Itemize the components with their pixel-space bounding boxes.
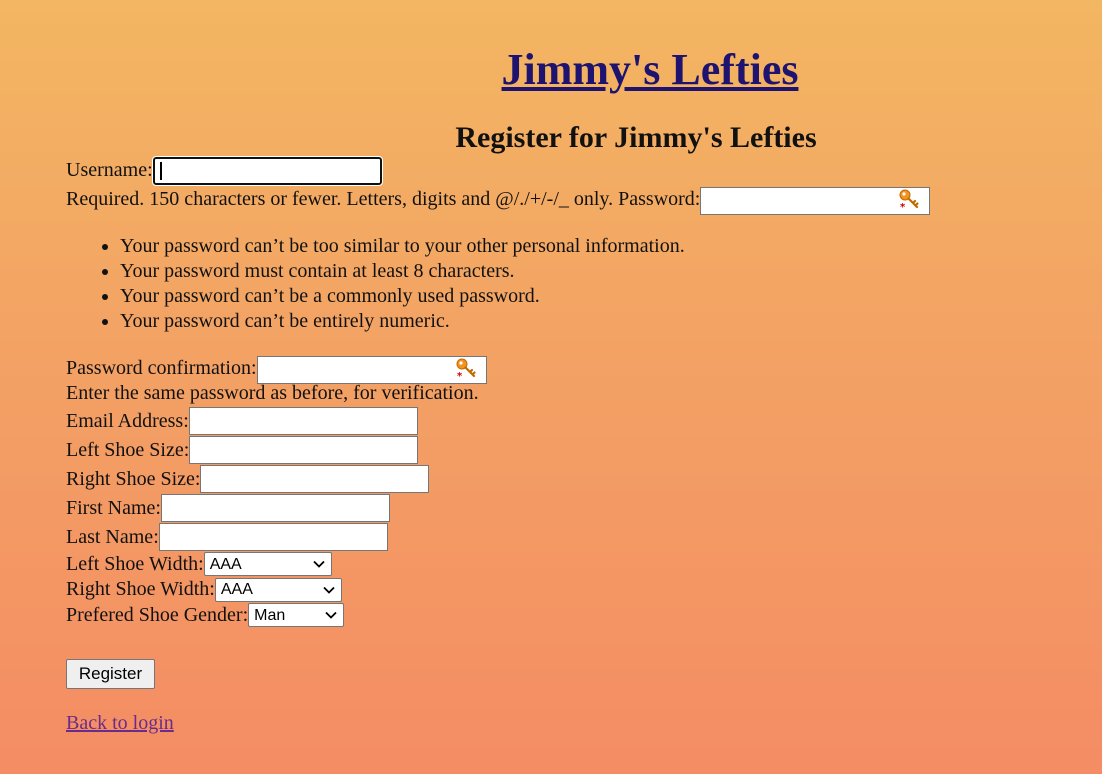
password-confirmation-label: Password confirmation: [66,357,257,379]
left-shoe-size-input[interactable] [189,436,419,464]
preferred-shoe-gender-select[interactable]: Man [248,603,345,628]
back-to-login-link[interactable]: Back to login [66,712,174,735]
key-icon[interactable]: * [455,357,477,379]
right-shoe-width-row: Right Shoe Width: AAA [66,577,1066,603]
first-name-row: First Name: [66,494,1066,523]
preferred-shoe-gender-selected: Man [254,606,286,624]
register-form: Username: Required. 150 characters or fe… [66,155,1066,629]
chevron-down-icon [323,586,335,594]
page-title: Register for Jimmy's Lefties [455,120,817,154]
left-shoe-size-label: Left Shoe Size: [66,438,190,461]
username-label: Username: [66,159,153,181]
key-icon[interactable]: * [898,188,920,210]
last-name-label: Last Name: [66,525,159,548]
left-shoe-width-label: Left Shoe Width: [66,552,204,575]
site-title-link[interactable]: Jimmy's Lefties [502,45,799,94]
list-item: Your password can’t be too similar to yo… [120,234,1066,259]
password-label: Password: [618,188,701,210]
email-field[interactable] [188,407,418,435]
svg-text:*: * [900,202,906,210]
left-shoe-width-row: Left Shoe Width: AAA [66,552,1066,578]
password-confirmation-input[interactable] [256,355,487,384]
chevron-down-icon [313,561,325,569]
text-caret [159,161,162,180]
right-shoe-width-selected: AAA [220,581,253,598]
site-title: Jimmy's Lefties [0,43,1102,97]
password-confirmation-field: * [256,354,487,384]
left-shoe-size-row: Left Shoe Size: [66,436,1066,465]
preferred-shoe-gender-row: Prefered Shoe Gender: Man [66,603,1066,629]
first-name-input[interactable] [161,494,390,522]
right-shoe-width-label: Right Shoe Width: [66,578,215,600]
password-requirements-list: Your password can’t be too similar to yo… [66,234,1066,334]
username-input[interactable] [151,155,383,186]
username-row: Username: [66,155,1066,186]
right-shoe-size-input[interactable] [200,465,430,493]
password-confirmation-help-row: Enter the same password as before, for v… [66,381,1066,407]
list-item: Your password must contain at least 8 ch… [120,259,1066,284]
right-shoe-size-row: Right Shoe Size: [66,465,1066,494]
chevron-down-icon [325,612,337,620]
register-button[interactable]: Register [66,659,155,689]
password-input[interactable] [700,186,931,215]
preferred-shoe-gender-label: Prefered Shoe Gender: [66,603,249,626]
username-help-text: Required. 150 characters or fewer. Lette… [66,188,614,210]
password-confirmation-help-text: Enter the same password as before, for v… [66,382,479,404]
right-shoe-width-select[interactable]: AAA [214,577,342,602]
first-name-label: First Name: [66,496,161,519]
left-shoe-width-selected: AAA [209,555,242,573]
list-item: Your password can’t be entirely numeric. [120,309,1066,334]
svg-text:*: * [457,371,463,379]
last-name-row: Last Name: [66,523,1066,552]
password-field: * [700,185,931,215]
left-shoe-width-select[interactable]: AAA [203,552,332,577]
right-shoe-size-label: Right Shoe Size: [66,467,201,490]
password-row: Required. 150 characters or fewer. Lette… [66,185,1066,215]
last-name-input[interactable] [158,523,388,551]
list-item: Your password can’t be a commonly used p… [120,284,1066,309]
email-label: Email Address: [66,409,189,432]
password-confirmation-row: Password confirmation: * [66,354,1066,384]
email-row: Email Address: [66,407,1066,436]
